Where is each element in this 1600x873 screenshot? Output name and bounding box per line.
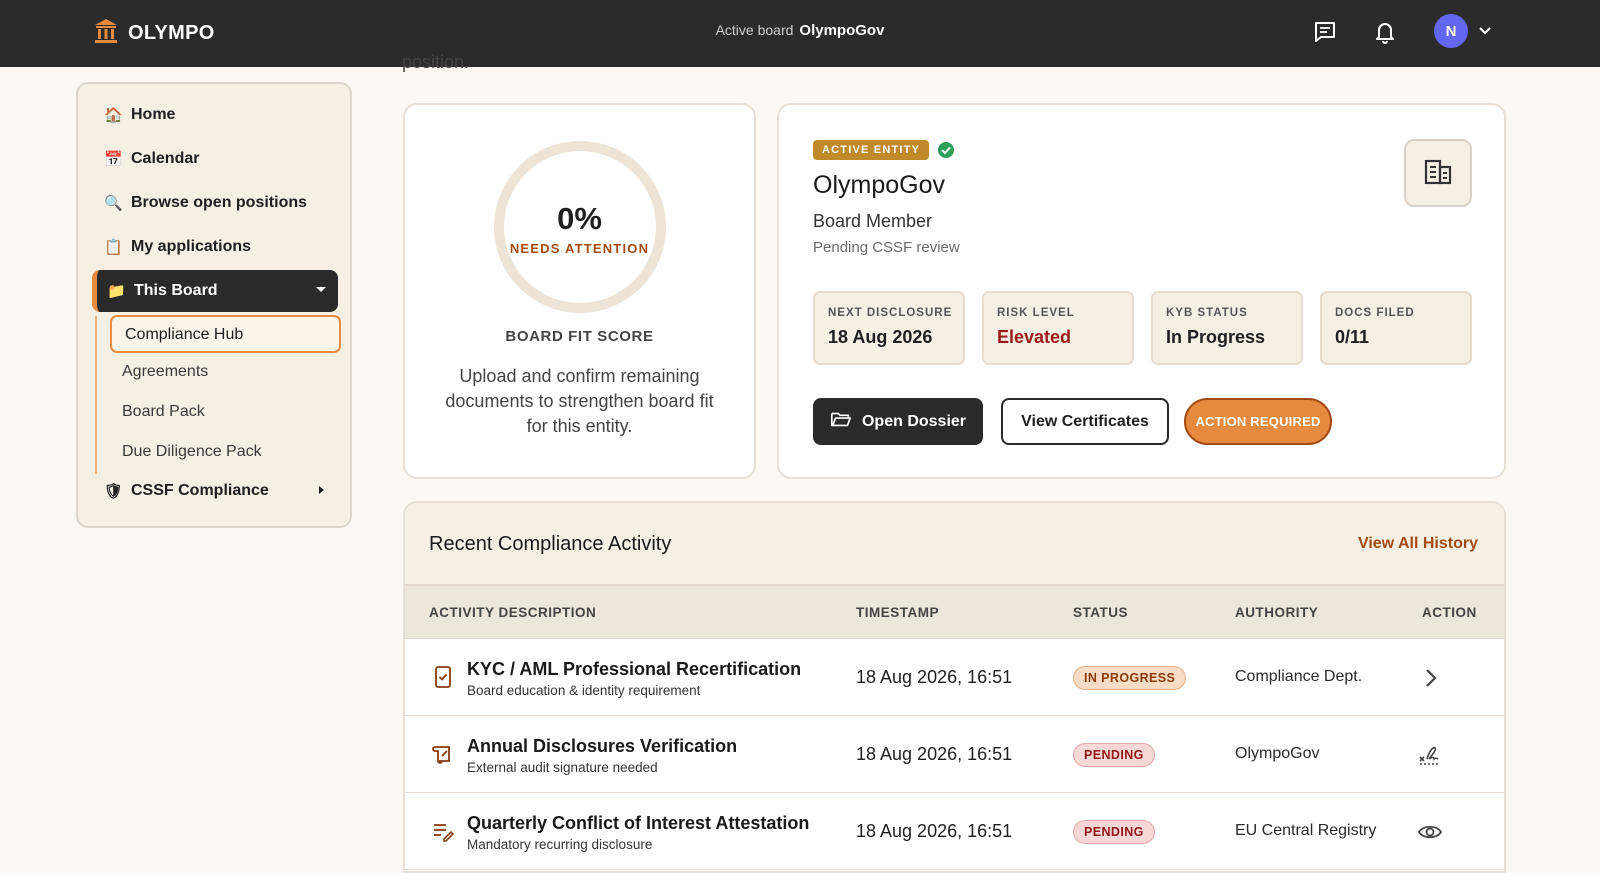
sidebar-item-label: Browse open positions <box>131 194 308 211</box>
sidebar: 🏠 Home 📅 Calendar 🔍 Browse open position… <box>76 82 352 528</box>
activity-title: KYC / AML Professional Recertification <box>467 659 802 679</box>
sidebar-item-my-applications[interactable]: 📋 My applications <box>92 226 338 268</box>
column-header: ACTIVITY DESCRIPTION <box>429 605 597 620</box>
status-badge: IN PROGRESS <box>1073 666 1187 690</box>
stat-label: RISK LEVEL <box>997 307 1075 319</box>
entity-card: ACTIVE ENTITY OlympoGov Board Member Pen… <box>777 103 1506 479</box>
clipboard-icon: 📋 <box>104 239 123 256</box>
score-value: 0% <box>557 201 602 236</box>
active-board: Active board OlympoGov <box>0 22 1600 39</box>
shield-icon: 🛡 <box>104 483 124 500</box>
verified-icon <box>937 141 955 159</box>
home-icon: 🏠 <box>104 107 123 124</box>
eye-icon[interactable] <box>1417 819 1443 845</box>
status-badge: PENDING <box>1073 743 1155 767</box>
sidebar-subitem-compliance-hub[interactable]: Compliance Hub <box>110 315 341 353</box>
activity-title: Recent Compliance Activity <box>429 533 672 555</box>
search-icon: 🔍 <box>104 195 123 212</box>
table-header: ACTIVITY DESCRIPTION TIMESTAMP STATUS AU… <box>405 586 1504 639</box>
table-row[interactable]: KYC / AML Professional Recertification B… <box>405 639 1504 716</box>
activity-subtitle: Board education & identity requirement <box>467 683 701 698</box>
table-row[interactable]: Quarterly Conflict of Interest Attestati… <box>405 793 1504 870</box>
status-badge: PENDING <box>1073 820 1155 844</box>
activity-header: Recent Compliance Activity View All Hist… <box>405 503 1504 586</box>
sidebar-item-browse-positions[interactable]: 🔍 Browse open positions <box>92 182 338 224</box>
signature-icon[interactable] <box>1417 742 1443 768</box>
sidebar-subitem-due-diligence-pack[interactable]: Due Diligence Pack <box>122 443 262 461</box>
open-dossier-button[interactable]: Open Dossier <box>813 398 983 445</box>
chat-icon[interactable] <box>1312 19 1338 45</box>
building-button[interactable] <box>1404 139 1472 207</box>
phone-check-icon <box>431 665 455 689</box>
activity-authority: EU Central Registry <box>1235 822 1377 839</box>
view-certificates-button[interactable]: View Certificates <box>1001 398 1169 445</box>
intro-text: position. <box>402 52 470 72</box>
caret-down-icon <box>316 287 326 292</box>
entity-role: Board Member <box>813 211 933 231</box>
entity-name: OlympoGov <box>813 171 945 199</box>
sidebar-item-home[interactable]: 🏠 Home <box>92 94 338 136</box>
sidebar-item-cssf-compliance[interactable]: 🛡 CSSF Compliance <box>92 470 338 512</box>
top-bar: OLYMPO Active board OlympoGov N <box>0 0 1600 67</box>
stat-value: 0/11 <box>1335 327 1370 347</box>
sidebar-item-label: This Board <box>134 282 218 299</box>
activity-subtitle: Mandatory recurring disclosure <box>467 837 653 852</box>
view-all-history-link[interactable]: View All History <box>1358 535 1478 553</box>
caret-right-icon <box>319 486 324 494</box>
stat-value: 18 Aug 2026 <box>828 327 933 347</box>
board-fit-score-card: 0% NEEDS ATTENTION BOARD FIT SCORE Uploa… <box>403 103 756 479</box>
table-row[interactable]: Annual Disclosures Verification External… <box>405 716 1504 793</box>
sidebar-item-label: My applications <box>131 238 252 255</box>
sidebar-item-label: Calendar <box>131 150 200 167</box>
stat-label: DOCS FILED <box>1335 307 1415 319</box>
column-header: TIMESTAMP <box>856 605 939 620</box>
stat-risk-level: RISK LEVEL Elevated <box>982 291 1134 365</box>
active-entity-badge: ACTIVE ENTITY <box>813 140 930 160</box>
stat-value: In Progress <box>1166 327 1266 347</box>
activity-subtitle: External audit signature needed <box>467 760 658 775</box>
scroll-icon <box>431 742 455 766</box>
column-header: STATUS <box>1073 605 1128 620</box>
action-required-button[interactable]: ACTION REQUIRED <box>1184 398 1332 445</box>
sidebar-item-calendar[interactable]: 📅 Calendar <box>92 138 338 180</box>
sidebar-item-label: CSSF Compliance <box>131 482 269 499</box>
activity-timestamp: 18 Aug 2026, 16:51 <box>856 667 1013 687</box>
recent-activity-panel: Recent Compliance Activity View All Hist… <box>403 501 1506 873</box>
avatar[interactable]: N <box>1434 14 1468 48</box>
column-header: AUTHORITY <box>1235 605 1319 620</box>
entity-status: Pending CSSF review <box>813 239 960 256</box>
list-edit-icon <box>431 819 455 843</box>
open-dossier-label: Open Dossier <box>861 412 967 430</box>
sidebar-item-this-board[interactable]: 📁 This Board <box>92 270 338 312</box>
sidebar-item-label: Home <box>131 106 176 123</box>
folder-open-icon <box>830 408 852 435</box>
score-description: Upload and confirm remaining documents t… <box>445 366 714 436</box>
bell-icon[interactable] <box>1372 19 1398 45</box>
submenu-line <box>95 316 97 474</box>
activity-title: Quarterly Conflict of Interest Attestati… <box>467 813 810 833</box>
score-title: BOARD FIT SCORE <box>505 328 654 345</box>
activity-timestamp: 18 Aug 2026, 16:51 <box>856 744 1013 764</box>
score-status: NEEDS ATTENTION <box>509 241 650 256</box>
stat-value: Elevated <box>997 327 1072 347</box>
building-icon <box>1422 155 1454 192</box>
stat-label: NEXT DISCLOSURE <box>828 307 953 319</box>
stat-docs-filed: DOCS FILED 0/11 <box>1320 291 1472 365</box>
stat-label: KYB STATUS <box>1166 307 1248 319</box>
sidebar-subitem-board-pack[interactable]: Board Pack <box>122 403 205 421</box>
stat-next-disclosure: NEXT DISCLOSURE 18 Aug 2026 <box>813 291 965 365</box>
column-header: ACTION <box>1422 605 1477 620</box>
stat-kyb-status: KYB STATUS In Progress <box>1151 291 1303 365</box>
chevron-right-icon[interactable] <box>1417 665 1443 691</box>
chevron-down-icon[interactable] <box>1478 24 1492 38</box>
active-board-label: Active board <box>715 22 794 38</box>
calendar-icon: 📅 <box>104 151 123 168</box>
sidebar-subitem-agreements[interactable]: Agreements <box>122 363 208 381</box>
folder-icon: 📁 <box>107 283 126 300</box>
activity-authority: Compliance Dept. <box>1235 668 1363 685</box>
activity-title: Annual Disclosures Verification <box>467 736 738 756</box>
activity-timestamp: 18 Aug 2026, 16:51 <box>856 821 1013 841</box>
activity-authority: OlympoGov <box>1235 745 1320 762</box>
active-board-value: OlympoGov <box>799 22 885 39</box>
